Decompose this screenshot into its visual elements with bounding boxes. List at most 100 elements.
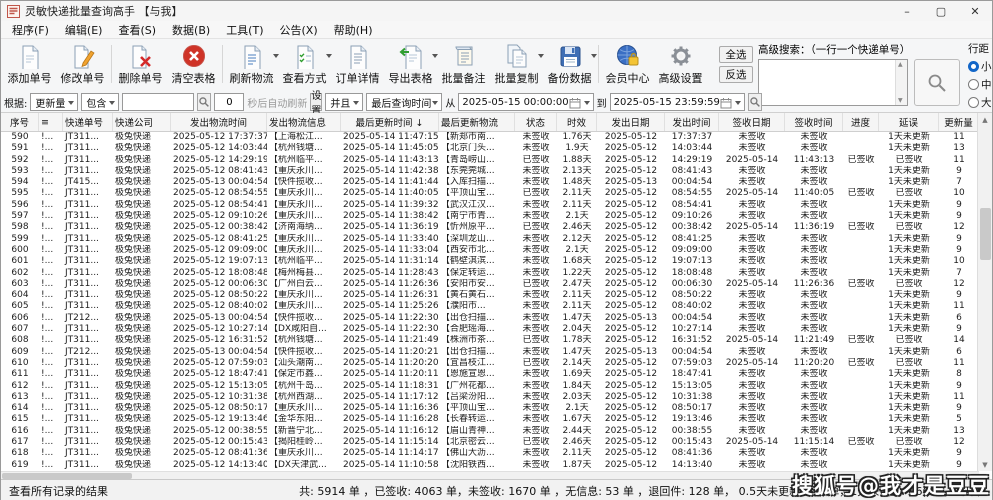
- table-row[interactable]: 608!...JT311...极兔快递2025-05-12 16:31:52【杭…: [1, 335, 979, 346]
- radio-icon[interactable]: [968, 79, 979, 90]
- minimize-button[interactable]: –: [890, 2, 924, 21]
- line-spacing-option-large[interactable]: 大: [968, 95, 993, 110]
- edit-tracking-button[interactable]: 修改单号: [56, 41, 109, 91]
- menu-tools[interactable]: 工具(T): [219, 21, 270, 39]
- order-detail-button[interactable]: 订单详情: [331, 41, 384, 91]
- table-row[interactable]: 601!...JT311...极兔快递2025-05-12 19:07:13【杭…: [1, 256, 979, 267]
- col-header-last-update-info[interactable]: 最后更新物流: [439, 113, 515, 131]
- table-row[interactable]: 599!...JT311...极兔快递2025-05-12 08:41:25【重…: [1, 234, 979, 245]
- menu-help[interactable]: 帮助(H): [327, 21, 380, 39]
- select-all-button[interactable]: 全选: [719, 46, 753, 63]
- col-header-sign-time[interactable]: 签收时间: [785, 113, 843, 131]
- table-row[interactable]: 613!...JT311...极兔快递2025-05-12 10:31:38【杭…: [1, 392, 979, 403]
- col-header-ship-date[interactable]: 发出日期: [597, 113, 665, 131]
- scrollbar-thumb[interactable]: [980, 208, 991, 260]
- filter-search-button[interactable]: [197, 93, 211, 111]
- add-tracking-button[interactable]: 添加单号: [3, 41, 56, 91]
- table-row[interactable]: 602!...JT311...极兔快递2025-05-12 18:08:48【梅…: [1, 268, 979, 279]
- batch-note-button[interactable]: 批量备注: [437, 41, 490, 91]
- maximize-button[interactable]: ▢: [924, 2, 958, 21]
- table-row[interactable]: 597!...JT311...极兔快递2025-05-12 09:10:26【重…: [1, 211, 979, 222]
- radio-selected-icon[interactable]: [968, 61, 979, 72]
- line-spacing-option-medium[interactable]: 中: [968, 77, 993, 92]
- table-row[interactable]: 604!...JT311...极兔快递2025-05-12 08:50:22【重…: [1, 290, 979, 301]
- table-row[interactable]: 595!...JT311...极兔快递2025-05-12 08:54:55【重…: [1, 188, 979, 199]
- advanced-search-textarea[interactable]: [759, 60, 895, 103]
- col-header-first-scan-time[interactable]: 发出物流时间: [171, 113, 267, 131]
- backup-data-button[interactable]: 备份数据: [543, 41, 596, 91]
- table-row[interactable]: 607!...JT311...极兔快递2025-05-12 10:27:14【D…: [1, 324, 979, 335]
- filter-operator-combo[interactable]: 包含: [81, 93, 119, 111]
- table-row[interactable]: 615!...JT311...极兔快递2025-05-12 19:13:46【金…: [1, 414, 979, 425]
- settings-button[interactable]: 设置: [310, 93, 322, 111]
- batch-copy-button[interactable]: 批量复制: [490, 41, 543, 91]
- refresh-logistics-button[interactable]: 刷新物流: [225, 41, 278, 91]
- col-header-delay[interactable]: 延误: [879, 113, 939, 131]
- table-row[interactable]: 596!...JT311...极兔快递2025-05-12 08:54:41【重…: [1, 200, 979, 211]
- date-search-button[interactable]: [748, 93, 762, 111]
- member-center-button[interactable]: 会员中心: [601, 41, 654, 91]
- scroll-up-icon[interactable]: ▲: [978, 113, 992, 126]
- refresh-seconds-input[interactable]: [214, 93, 244, 111]
- chevron-down-icon[interactable]: [584, 101, 590, 105]
- table-row[interactable]: 614!...JT311...极兔快递2025-05-12 08:50:17【重…: [1, 403, 979, 414]
- table-row[interactable]: 603!...JT311...极兔快递2025-05-12 00:06:30【广…: [1, 279, 979, 290]
- date-to-input[interactable]: 2025-05-15 23:59:59: [610, 93, 745, 111]
- table-row[interactable]: 590!...JT311...极兔快递2025-05-12 17:37:37【上…: [1, 132, 979, 143]
- col-header-courier[interactable]: 快递公司: [113, 113, 171, 131]
- table-row[interactable]: 616!...JT311...极兔快递2025-05-12 00:38:55【新…: [1, 426, 979, 437]
- advanced-search-scrollbar[interactable]: ▲▼: [895, 60, 907, 105]
- clear-table-button[interactable]: 清空表格: [167, 41, 220, 91]
- col-header-seq[interactable]: 序号: [1, 113, 39, 131]
- table-row[interactable]: 605!...JT311...极兔快递2025-05-12 08:40:02【重…: [1, 301, 979, 312]
- dropdown-arrow-icon[interactable]: [591, 54, 597, 58]
- table-row[interactable]: 617!...JT311...极兔快递2025-05-12 00:15:43【揭…: [1, 437, 979, 448]
- col-header-sign-date[interactable]: 签收日期: [719, 113, 785, 131]
- line-spacing-option-small[interactable]: 小: [968, 59, 993, 74]
- table-row[interactable]: 591!...JT311...极兔快递2025-05-12 14:03:44【杭…: [1, 143, 979, 154]
- menu-edit[interactable]: 编辑(E): [58, 21, 110, 39]
- filter-keyword-input[interactable]: [122, 93, 194, 111]
- scroll-up-icon[interactable]: ▲: [898, 61, 903, 68]
- table-row[interactable]: 598!...JT311...极兔快递2025-05-12 00:38:42【济…: [1, 222, 979, 233]
- table-row[interactable]: 611!...JT311...极兔快递2025-05-12 18:47:41【保…: [1, 369, 979, 380]
- col-header-last-update-time[interactable]: 最后更新时间 ↓: [341, 113, 439, 131]
- scroll-down-icon[interactable]: ▼: [898, 97, 903, 104]
- date-from-input[interactable]: 2025-05-15 00:00:00: [458, 93, 593, 111]
- view-mode-button[interactable]: 查看方式: [278, 41, 331, 91]
- delete-tracking-button[interactable]: 删除单号: [114, 41, 167, 91]
- table-row[interactable]: 606!...JT212...极兔快递2025-05-13 00:04:54【快…: [1, 313, 979, 324]
- join-combo[interactable]: 并且: [325, 93, 363, 111]
- col-header-status[interactable]: 状态: [515, 113, 557, 131]
- menu-announcement[interactable]: 公告(X): [273, 21, 325, 39]
- col-header-update-count[interactable]: 更新量: [939, 113, 979, 131]
- menu-data[interactable]: 数据(B): [165, 21, 217, 39]
- menu-view[interactable]: 查看(S): [111, 21, 163, 39]
- export-table-button[interactable]: 导出表格: [384, 41, 437, 91]
- filter-field-combo[interactable]: 更新量: [30, 93, 78, 111]
- col-header-flag[interactable]: ≡: [39, 113, 63, 131]
- radio-icon[interactable]: [968, 97, 979, 108]
- advanced-search-button[interactable]: [914, 59, 960, 106]
- table-row[interactable]: 592!...JT311...极兔快递2025-05-12 14:29:19【杭…: [1, 155, 979, 166]
- advanced-settings-button[interactable]: 高级设置: [654, 41, 707, 91]
- col-header-ship-time[interactable]: 发出时间: [665, 113, 719, 131]
- col-header-duration[interactable]: 时效: [557, 113, 597, 131]
- vertical-scrollbar[interactable]: ▲ ▼: [977, 113, 992, 471]
- col-header-progress[interactable]: 进度: [843, 113, 879, 131]
- menu-program[interactable]: 程序(F): [5, 21, 56, 39]
- table-row[interactable]: 593!...JT311...极兔快递2025-05-12 08:41:43【重…: [1, 166, 979, 177]
- table-row[interactable]: 618!...JT311...极兔快递2025-05-12 08:41:36【重…: [1, 448, 979, 459]
- col-header-tracking-no[interactable]: 快递单号: [63, 113, 113, 131]
- close-button[interactable]: ✕: [958, 2, 992, 21]
- scrollbar-thumb[interactable]: [2, 473, 132, 479]
- table-row[interactable]: 609!...JT212...极兔快递2025-05-13 00:04:54【快…: [1, 347, 979, 358]
- table-row[interactable]: 610!...JT311...极兔快递2025-05-12 07:59:03【汕…: [1, 358, 979, 369]
- invert-selection-button[interactable]: 反选: [719, 66, 753, 83]
- chevron-down-icon[interactable]: [735, 101, 741, 105]
- col-header-first-scan-info[interactable]: 发出物流信息: [267, 113, 341, 131]
- table-row[interactable]: 600!...JT311...极兔快递2025-05-12 09:09:00【重…: [1, 245, 979, 256]
- time-field-combo[interactable]: 最后查询时间: [366, 93, 442, 111]
- table-row[interactable]: 594!...JT415...极兔快递2025-05-13 00:04:54【快…: [1, 177, 979, 188]
- table-row[interactable]: 612!...JT311...极兔快递2025-05-12 15:13:05【杭…: [1, 381, 979, 392]
